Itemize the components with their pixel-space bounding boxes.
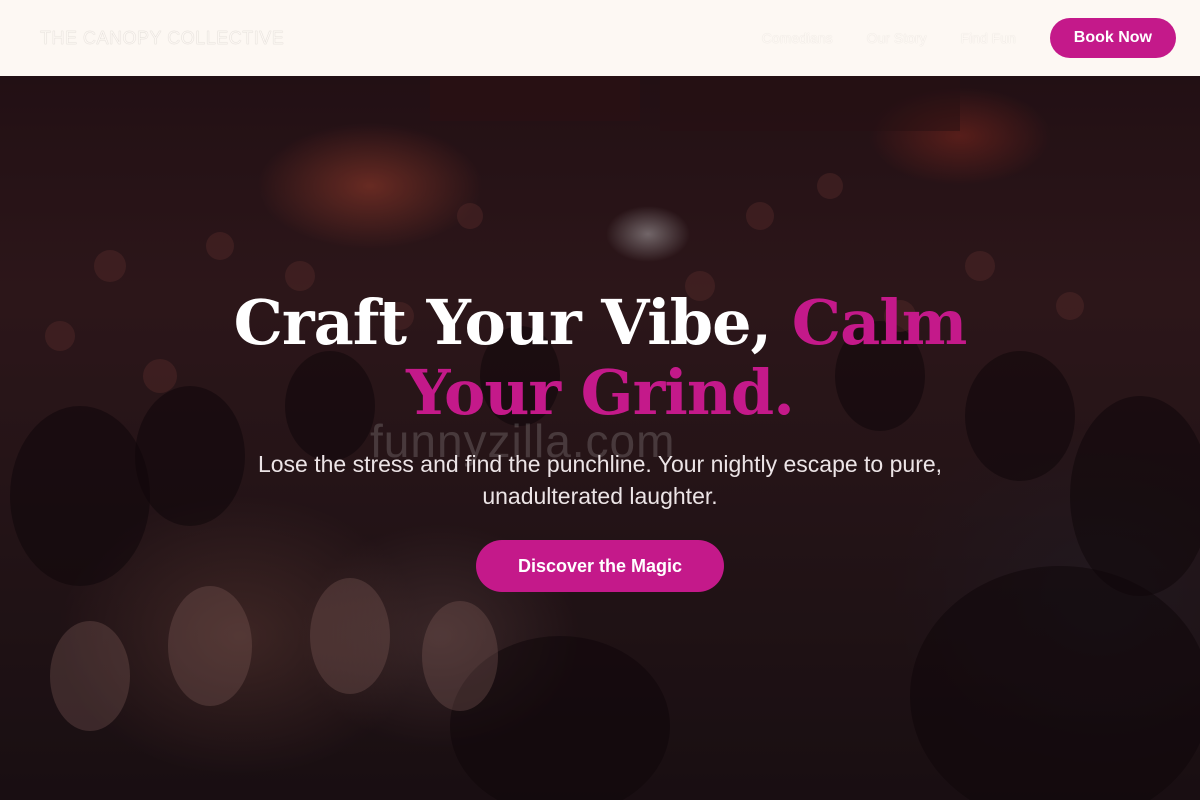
nav-link-find-fun[interactable]: Find Fun	[961, 30, 1016, 46]
hero-section: funnyzilla.com Craft Your Vibe, Calm You…	[0, 76, 1200, 800]
discover-the-magic-button[interactable]: Discover the Magic	[476, 540, 724, 592]
hero-content: Craft Your Vibe, Calm Your Grind. Lose t…	[0, 288, 1200, 592]
nav-links: Comedians Our Story Find Fun	[762, 30, 1016, 46]
top-navbar: THE CANOPY COLLECTIVE Comedians Our Stor…	[0, 0, 1200, 76]
nav-link-our-story[interactable]: Our Story	[867, 30, 927, 46]
brand-logo-text[interactable]: THE CANOPY COLLECTIVE	[40, 27, 284, 49]
headline-white-part: Craft Your Vibe,	[233, 286, 792, 359]
nav-link-comedians[interactable]: Comedians	[762, 30, 833, 46]
hero-subtext: Lose the stress and find the punchline. …	[257, 451, 943, 509]
hero-headline: Craft Your Vibe, Calm Your Grind.	[220, 288, 980, 428]
book-now-button[interactable]: Book Now	[1049, 18, 1176, 58]
